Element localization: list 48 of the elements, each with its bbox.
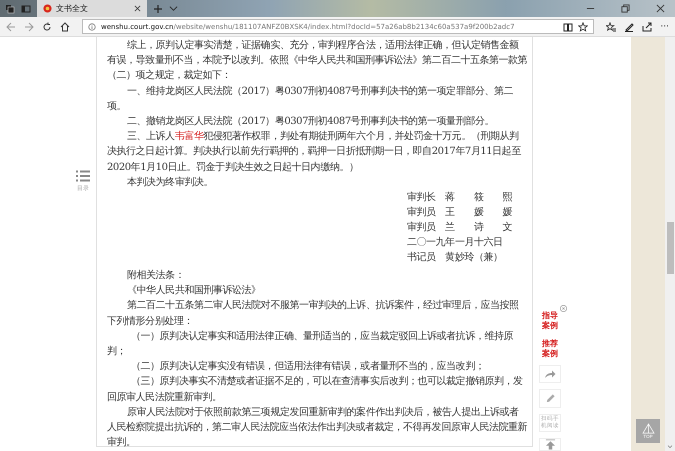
star-icon[interactable]	[578, 22, 588, 32]
favorites-icon[interactable]	[606, 22, 616, 32]
paragraph: 第二百二十五条第二审人民法院对不服第一审判决的上诉、抗诉案件，经过审理后，应当按照下列情形分别处理：	[107, 298, 520, 329]
back-icon[interactable]	[6, 22, 16, 32]
forward-icon[interactable]	[24, 22, 34, 32]
paragraph: 《中华人民共和国刑事诉讼法》	[126, 284, 262, 298]
home-icon[interactable]	[60, 22, 70, 32]
chevron-down-icon[interactable]	[169, 4, 178, 13]
signature-line: 二〇一九年一月十六日	[407, 236, 503, 250]
paragraph: （一）原判决认定事实和适用法律正确、量刑适当的，应当裁定驳回上诉或者抗诉，维持原判；	[107, 330, 514, 360]
restore-icon[interactable]	[621, 4, 630, 13]
scrollbar-thumb[interactable]	[666, 222, 674, 274]
pen-icon[interactable]	[624, 22, 634, 32]
browser-tab[interactable]: 文书全文	[37, 0, 147, 17]
share-icon[interactable]	[642, 22, 652, 32]
paragraph: 附相关法条：	[126, 268, 186, 284]
list-icon	[76, 170, 90, 182]
paragraph: 本判决为终审判决。	[126, 176, 214, 190]
share-button[interactable]	[539, 365, 561, 384]
upload-arrow-icon	[544, 438, 556, 450]
paragraph: （三）原判决事实不清楚或者证据不足的，可以在查清事实后改判；也可以裁定撤销原判，发回原审人民法院重新审判。	[107, 374, 524, 405]
paragraph: （二）原判决认定事实没有错误，但适用法律有错误，或者量刑不当的，应当改判；	[130, 360, 486, 374]
signature-line: 审判员 兰 诗 文	[407, 220, 512, 236]
book-icon[interactable]	[563, 22, 574, 32]
signature-line: 审判长 蒋 筱 熙	[407, 190, 512, 206]
case-link[interactable]: 指导案例	[542, 311, 558, 331]
info-icon	[88, 22, 96, 30]
pyramid-icon	[642, 423, 654, 434]
new-tab-icon[interactable]	[153, 4, 163, 14]
back-to-top-button[interactable]	[539, 438, 561, 451]
paragraph: 一、维持龙岗区人民法院（2017）粤0307刑初4087号刑事判决书的第一项定罪部分、第二项。	[107, 84, 514, 114]
site-icon	[43, 4, 52, 13]
tab-aside-icon[interactable]	[21, 4, 31, 14]
paragraph: 综上，原判认定事实清楚，证据确实、充分，审判程序合法，适用法律正确，但认定销售金额有误，导致量刑不当，本院予以改判。依照《中华人民共和国刑事诉讼法》第二百二十五条第一款第（二）项之规定，裁定如下：	[107, 38, 528, 84]
signature-line: 审判员 王 媛 媛	[407, 206, 512, 220]
paragraph: 二、撤销龙岗区人民法院（2017）粤0307刑初4087号刑事判决书的第一项量刑部分。	[126, 114, 495, 130]
refresh-icon[interactable]	[42, 22, 52, 32]
signature-line: 书记员 黄妙玲（兼）	[407, 250, 503, 266]
close-icon[interactable]	[134, 5, 141, 12]
more-button[interactable]: ···	[660, 22, 669, 32]
chevron-down-icon[interactable]	[667, 445, 673, 449]
case-link[interactable]: 推荐案例	[542, 339, 558, 359]
pencil-icon	[544, 392, 556, 404]
paragraph: 原审人民法院对于依照前款第三项规定发回重新审判的案件作出判决后，被告人提出上诉或者人民检察院提出抗诉的，第二审人民法院应当依法作出判决或者裁定，不得再发回原审人民法院重新审判。	[107, 406, 528, 450]
close-icon[interactable]	[656, 4, 665, 13]
tab-list-icon[interactable]	[5, 4, 15, 14]
paragraph: 三、上诉人韦富华犯侵犯著作权罪，判处有期徒刑两年六个月，并处罚金十万元。（刑期从判决执行之日起计算。判决执行以前先行羁押的，羁押一日折抵刑期一日，即自2017年7月11日起至2020年1月10日止。罚金于判决生效之日起十日内缴纳。）	[107, 130, 522, 175]
share-arrow-icon	[544, 369, 556, 380]
